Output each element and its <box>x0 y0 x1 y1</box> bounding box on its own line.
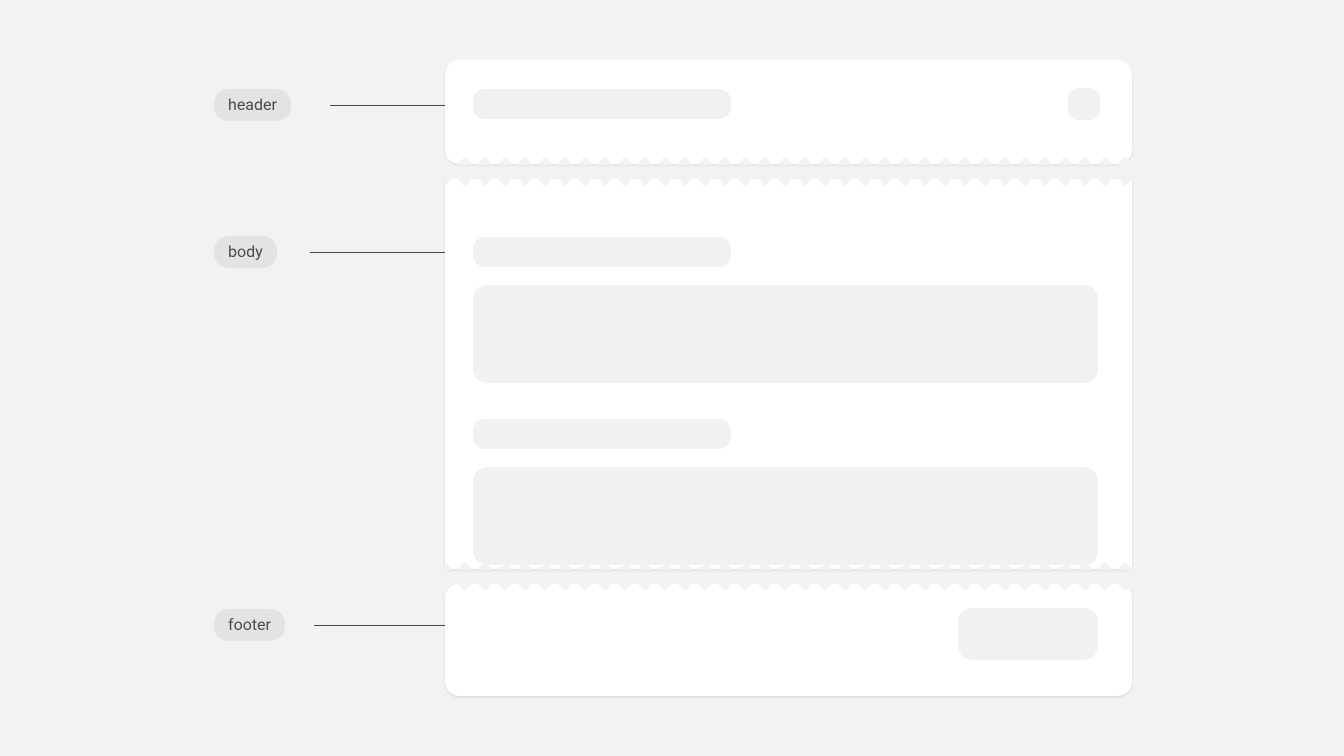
body-field-1 <box>473 237 1098 383</box>
connector-footer <box>314 625 445 626</box>
header-action-placeholder <box>1068 88 1100 120</box>
body-field-2 <box>473 419 1098 565</box>
field-label-placeholder-1 <box>473 237 731 267</box>
header-title-placeholder <box>473 89 731 119</box>
annotation-body: body <box>214 236 277 268</box>
footer-card <box>445 584 1132 696</box>
body-torn-edge-top <box>445 178 1132 192</box>
header-card <box>445 60 1132 164</box>
diagram-canvas: header body footer <box>0 0 1344 756</box>
header-torn-edge <box>445 151 1132 165</box>
field-label-placeholder-2 <box>473 419 731 449</box>
field-input-placeholder-1 <box>473 285 1098 383</box>
body-torn-edge-bottom <box>445 556 1132 570</box>
annotation-header: header <box>214 89 291 121</box>
body-card <box>445 179 1132 569</box>
footer-button-placeholder <box>958 608 1098 660</box>
connector-body <box>310 252 445 253</box>
field-input-placeholder-2 <box>473 467 1098 565</box>
footer-torn-edge <box>445 583 1132 597</box>
annotation-footer: footer <box>214 609 285 641</box>
connector-header <box>330 105 445 106</box>
